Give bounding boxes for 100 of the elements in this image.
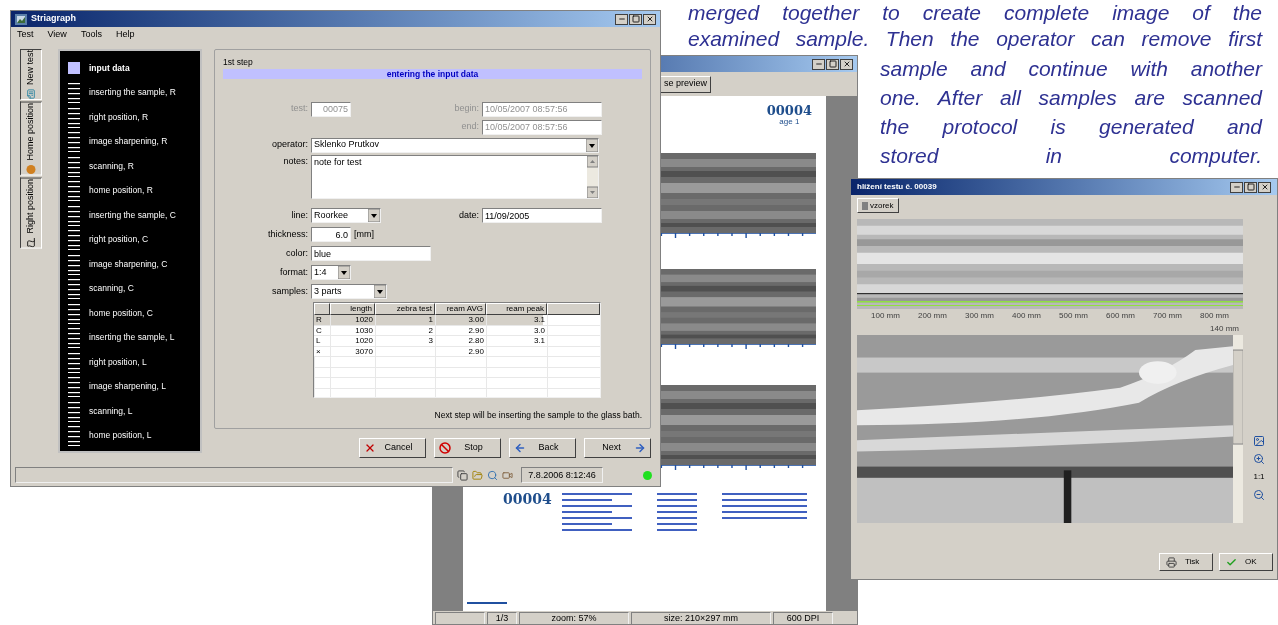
action-button[interactable]: Next — [584, 438, 651, 458]
depth-label: 140 mm — [1210, 323, 1239, 335]
arrow-right-icon — [634, 442, 646, 454]
dropdown-arrow-icon[interactable] — [368, 209, 380, 222]
thickness-field[interactable]: 6.0 — [311, 227, 351, 242]
window-title: hlížení testu č. 00039 — [857, 181, 937, 193]
menu-item[interactable]: Help — [115, 28, 135, 42]
table-row[interactable]: L 1020 3 2.80 3.1 — [314, 336, 600, 347]
field-label: end: — [460, 120, 480, 134]
side-tab[interactable]: Right position — [20, 177, 42, 249]
notes-field[interactable]: note for test — [311, 155, 599, 199]
minimize-button[interactable] — [812, 58, 825, 70]
dialog-button[interactable]: OK — [1219, 553, 1273, 571]
operator-dropdown[interactable]: Sklenko Prutkov — [311, 137, 599, 153]
line-dropdown[interactable]: Roorkee — [311, 208, 381, 223]
samples-dropdown[interactable]: 3 parts — [311, 284, 387, 299]
maximize-icon — [631, 15, 640, 23]
flag-icon — [26, 237, 36, 248]
table-cell: 1020 — [330, 336, 375, 346]
step-label[interactable]: scanning, C — [89, 282, 134, 296]
close-preview-button[interactable]: se preview — [660, 75, 712, 93]
page-label: age 1 — [779, 117, 800, 126]
field-label: begin: — [453, 102, 480, 116]
status-cell: 1/3 — [487, 612, 517, 624]
field-label: notes: — [282, 155, 309, 168]
minimize-icon — [1232, 183, 1241, 191]
field-label: format: — [279, 265, 309, 279]
maximize-button[interactable] — [1244, 181, 1257, 193]
step-label[interactable]: home position, R — [89, 184, 153, 198]
color-field[interactable]: blue — [311, 246, 431, 261]
step-label[interactable]: image sharpening, C — [89, 257, 168, 271]
close-button[interactable] — [1258, 181, 1271, 193]
dropdown-arrow-icon[interactable] — [586, 138, 598, 152]
dropdown-arrow-icon[interactable] — [338, 266, 350, 279]
step-label[interactable]: input data — [89, 61, 130, 75]
zoom-out-icon[interactable] — [1253, 489, 1265, 501]
step-label[interactable]: inserting the sample, L — [89, 331, 175, 345]
side-tab[interactable]: Home position — [20, 102, 42, 176]
dialog-button[interactable]: Tisk — [1159, 553, 1213, 571]
menu-item[interactable]: View — [47, 28, 67, 42]
step-label[interactable]: image sharpening, L — [89, 380, 167, 394]
field-label: date: — [457, 208, 480, 222]
side-tab[interactable]: New test — [20, 49, 42, 100]
action-button[interactable]: Back — [509, 438, 576, 458]
status-time: 7.8.2006 8:12:46 — [521, 467, 603, 483]
caption-text: sample and continue with another one. After all samples are scanned the protocol is generated and stored in computer. — [880, 56, 1262, 169]
image-icon[interactable] — [1253, 435, 1265, 447]
step-label[interactable]: home position, L — [89, 429, 152, 443]
column-header[interactable]: ream peak — [486, 303, 547, 315]
table-row[interactable]: × 3070 2.90 — [314, 346, 600, 357]
maximize-button[interactable] — [629, 13, 642, 25]
sample-tab[interactable]: vzorek — [857, 198, 899, 213]
step-label[interactable]: right position, R — [89, 110, 149, 124]
close-icon — [842, 60, 851, 68]
field-label: operator: — [270, 138, 309, 152]
step-label[interactable]: scanning, L — [89, 404, 133, 418]
table-cell: 3.0 — [486, 325, 547, 336]
action-button[interactable]: Cancel — [359, 438, 426, 458]
dropdown-arrow-icon[interactable] — [374, 285, 386, 298]
close-button[interactable] — [840, 58, 853, 70]
column-header[interactable]: ream AVG — [435, 303, 486, 315]
check-icon — [1226, 556, 1237, 568]
step-label[interactable]: inserting the sample, R — [89, 86, 176, 100]
minimize-button[interactable] — [615, 13, 628, 25]
table-cell: 2.90 — [435, 346, 486, 357]
step-label[interactable]: home position, C — [89, 306, 153, 320]
next-step-note: Next step will be inserting the sample to the glass bath. — [433, 409, 642, 422]
minimize-button[interactable] — [1230, 181, 1243, 193]
scrollbar — [587, 156, 598, 198]
zoom-in-icon[interactable] — [1253, 453, 1265, 465]
step-label[interactable]: inserting the sample, C — [89, 208, 176, 222]
column-header[interactable]: length — [330, 303, 375, 315]
step-label[interactable]: right position, C — [89, 233, 149, 247]
camera-icon[interactable] — [502, 469, 513, 481]
table-cell: 3.1 — [486, 336, 547, 346]
step-label[interactable]: image sharpening, R — [89, 135, 168, 149]
ruler-label: 700 mm — [1153, 310, 1182, 322]
field-label: line: — [290, 208, 309, 222]
table-cell: 2 — [375, 325, 435, 336]
table-row[interactable]: C 1030 2 2.90 3.0 — [314, 325, 600, 336]
maximize-button[interactable] — [826, 58, 839, 70]
disc-icon — [26, 164, 36, 175]
menu-item[interactable]: Tools — [80, 28, 102, 42]
date-field[interactable]: 11/09/2005 — [482, 208, 602, 223]
close-icon — [364, 442, 376, 454]
copy-icon[interactable] — [457, 469, 468, 481]
maximize-icon — [828, 60, 837, 68]
close-button[interactable] — [643, 13, 656, 25]
step-label[interactable]: right position, L — [89, 355, 147, 369]
column-header[interactable]: zebra test — [375, 303, 435, 315]
minimize-icon — [814, 60, 823, 68]
field-label: color: — [285, 246, 309, 260]
menu-item[interactable]: Test — [17, 28, 34, 42]
table-cell: 3070 — [330, 346, 375, 357]
minimize-icon — [617, 15, 626, 23]
table-row[interactable]: R 1020 1 3.00 3.1 — [314, 315, 600, 326]
search-icon[interactable] — [487, 469, 498, 481]
step-label[interactable]: scanning, R — [89, 159, 134, 173]
format-dropdown[interactable]: 1:4 — [311, 265, 351, 280]
action-button[interactable]: Stop — [434, 438, 501, 458]
